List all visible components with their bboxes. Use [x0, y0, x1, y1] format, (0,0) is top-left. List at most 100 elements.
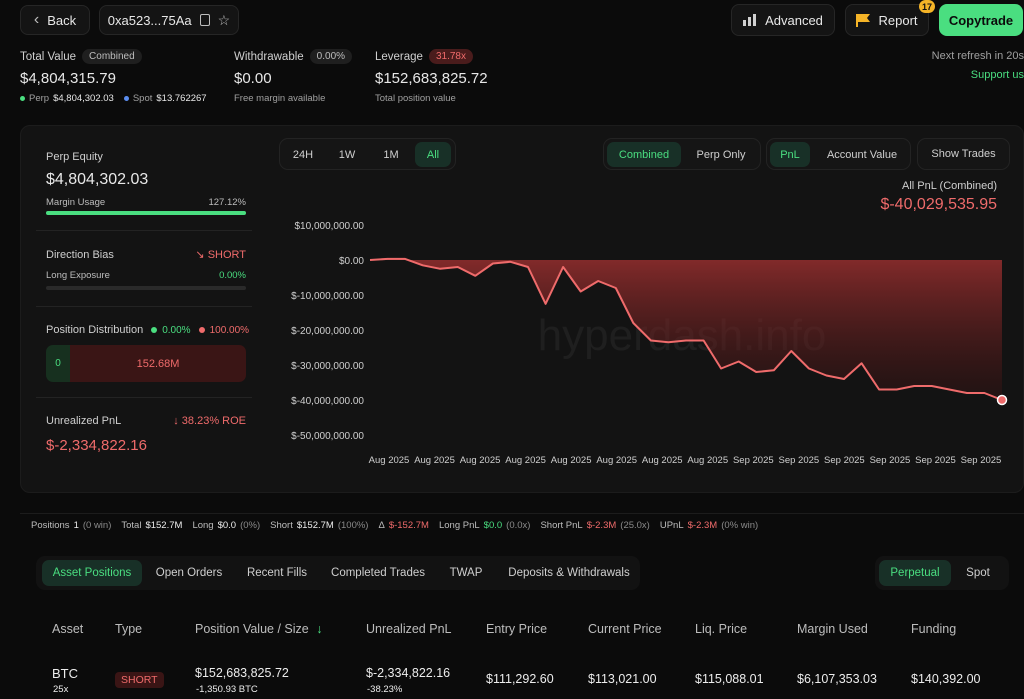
support-link[interactable]: Support us — [971, 69, 1024, 81]
col-liq-price[interactable]: Liq. Price — [695, 622, 747, 636]
flag-icon — [856, 13, 871, 27]
sort-down-icon[interactable]: ↓ — [316, 622, 322, 636]
long-exposure-bar — [46, 286, 246, 290]
stat-extra: (25.0x) — [620, 520, 650, 531]
market-perpetual[interactable]: Perpetual — [879, 560, 951, 586]
metric-pnl[interactable]: PnL — [770, 142, 810, 167]
col-position-value-label: Position Value / Size — [195, 622, 309, 636]
col-unrealized-pnl[interactable]: Unrealized PnL — [366, 622, 451, 636]
stat-value: $152.7M — [296, 520, 334, 531]
x-tick-label: Sep 2025 — [779, 455, 820, 466]
total-value-block: Total Value Combined $4,804,315.79 Perp … — [20, 49, 230, 104]
pnl-point — [738, 360, 740, 362]
tab-open-orders[interactable]: Open Orders — [150, 560, 228, 586]
address-chip[interactable]: 0xa523...75Aa ☆ — [99, 5, 239, 35]
stat-extra: (0% win) — [721, 520, 759, 531]
mode-perp-only[interactable]: Perp Only — [684, 142, 758, 167]
total-value: $4,804,315.79 — [20, 70, 116, 87]
dist-long-pct: 0.00% — [162, 324, 191, 336]
dist-short-value: 152.68M — [136, 357, 180, 370]
table-row[interactable]: BTC 25x SHORT $152,683,825.72 -1,350.93 … — [20, 655, 1024, 699]
row-asset: BTC — [52, 666, 78, 681]
perp-equity-value: $4,804,302.03 — [46, 171, 149, 188]
advanced-label: Advanced — [765, 12, 823, 28]
copytrade-button[interactable]: Copytrade — [939, 4, 1023, 36]
advanced-button[interactable]: Advanced — [731, 4, 835, 36]
pnl-point — [896, 388, 898, 390]
pnl-point — [755, 371, 757, 373]
pnl-point — [597, 280, 599, 282]
col-position-value[interactable]: Position Value / Size ↓ — [195, 622, 322, 636]
pnl-point — [948, 388, 950, 390]
direction-bias-value: SHORT — [207, 249, 246, 261]
star-icon[interactable]: ☆ — [218, 12, 231, 29]
row-type-badge: SHORT — [115, 672, 164, 688]
x-tick-label: Aug 2025 — [642, 455, 683, 466]
dist-long-value: 0 — [55, 358, 61, 369]
back-button[interactable]: ‹ Back — [20, 5, 90, 35]
stat-label: Total — [121, 520, 142, 531]
col-asset[interactable]: Asset — [52, 622, 83, 636]
dist-short-segment: 152.68M — [70, 345, 246, 382]
range-24h[interactable]: 24H — [284, 142, 322, 167]
stat-value: $-152.7M — [388, 520, 429, 531]
report-button[interactable]: Report — [845, 4, 929, 36]
pnl-point — [913, 385, 915, 387]
mode-combined[interactable]: Combined — [607, 142, 681, 167]
chevron-left-icon: ‹ — [33, 11, 40, 28]
pnl-point — [650, 339, 652, 341]
tab-asset-positions[interactable]: Asset Positions — [42, 560, 142, 586]
tab-twap[interactable]: TWAP — [440, 560, 492, 586]
withdrawable-pill: 0.00% — [309, 49, 353, 64]
row-liq-price: $115,088.01 — [695, 672, 764, 686]
col-entry-price[interactable]: Entry Price — [486, 622, 547, 636]
direction-bias-label: Direction Bias — [46, 249, 114, 261]
leverage-pill: 31.78x — [428, 49, 473, 64]
x-tick-label: Aug 2025 — [505, 455, 546, 466]
col-type[interactable]: Type — [115, 622, 142, 636]
mode-selector: Combined Perp Only — [603, 138, 761, 170]
report-badge: 17 — [919, 0, 935, 13]
pnl-point — [509, 261, 511, 263]
market-spot[interactable]: Spot — [954, 560, 1002, 586]
wallet-address: 0xa523...75Aa — [107, 12, 192, 28]
stat-label: Long — [192, 520, 214, 531]
pnl-point — [580, 290, 582, 292]
copy-icon[interactable] — [199, 14, 210, 26]
tab-deposits-withdrawals[interactable]: Deposits & Withdrawals — [500, 560, 638, 586]
stat-label: Short — [270, 520, 293, 531]
range-1w[interactable]: 1W — [328, 142, 366, 167]
stat-value: $-2.3M — [586, 520, 617, 531]
pnl-point — [667, 341, 669, 343]
col-funding[interactable]: Funding — [911, 622, 956, 636]
pnl-point — [544, 303, 546, 305]
stat-item: UPnL $-2.3M (0% win) — [660, 520, 758, 531]
refresh-text: Next refresh in 20s — [931, 50, 1024, 62]
row-leverage: 25x — [53, 684, 69, 695]
row-position-value: $152,683,825.72 — [195, 666, 289, 680]
range-1m[interactable]: 1M — [372, 142, 410, 167]
stat-item: Total $152.7M — [121, 520, 182, 531]
range-all[interactable]: All — [415, 142, 451, 167]
long-exposure-label: Long Exposure — [46, 270, 110, 281]
stat-value: $0.0 — [483, 520, 503, 531]
x-tick-label: Aug 2025 — [414, 455, 455, 466]
tab-completed-trades[interactable]: Completed Trades — [326, 560, 430, 586]
x-tick-label: Aug 2025 — [687, 455, 728, 466]
x-tick-label: Sep 2025 — [961, 455, 1002, 466]
stat-extra: (100%) — [337, 520, 369, 531]
withdrawable-value: $0.00 — [234, 70, 272, 87]
spot-dot-icon — [123, 96, 129, 101]
show-trades-button[interactable]: Show Trades — [917, 138, 1010, 170]
metric-account-value[interactable]: Account Value — [815, 142, 909, 167]
pnl-point — [685, 339, 687, 341]
last-point-marker[interactable] — [996, 394, 1008, 406]
pnl-point — [931, 385, 933, 387]
perp-value: $4,804,302.03 — [53, 93, 114, 104]
x-tick-label: Aug 2025 — [596, 455, 637, 466]
row-unrealized-pnl: $-2,334,822.16 — [366, 666, 451, 680]
row-position-size: -1,350.93 BTC — [196, 684, 258, 695]
tab-recent-fills[interactable]: Recent Fills — [238, 560, 316, 586]
col-current-price[interactable]: Current Price — [588, 622, 662, 636]
col-margin-used[interactable]: Margin Used — [797, 622, 868, 636]
